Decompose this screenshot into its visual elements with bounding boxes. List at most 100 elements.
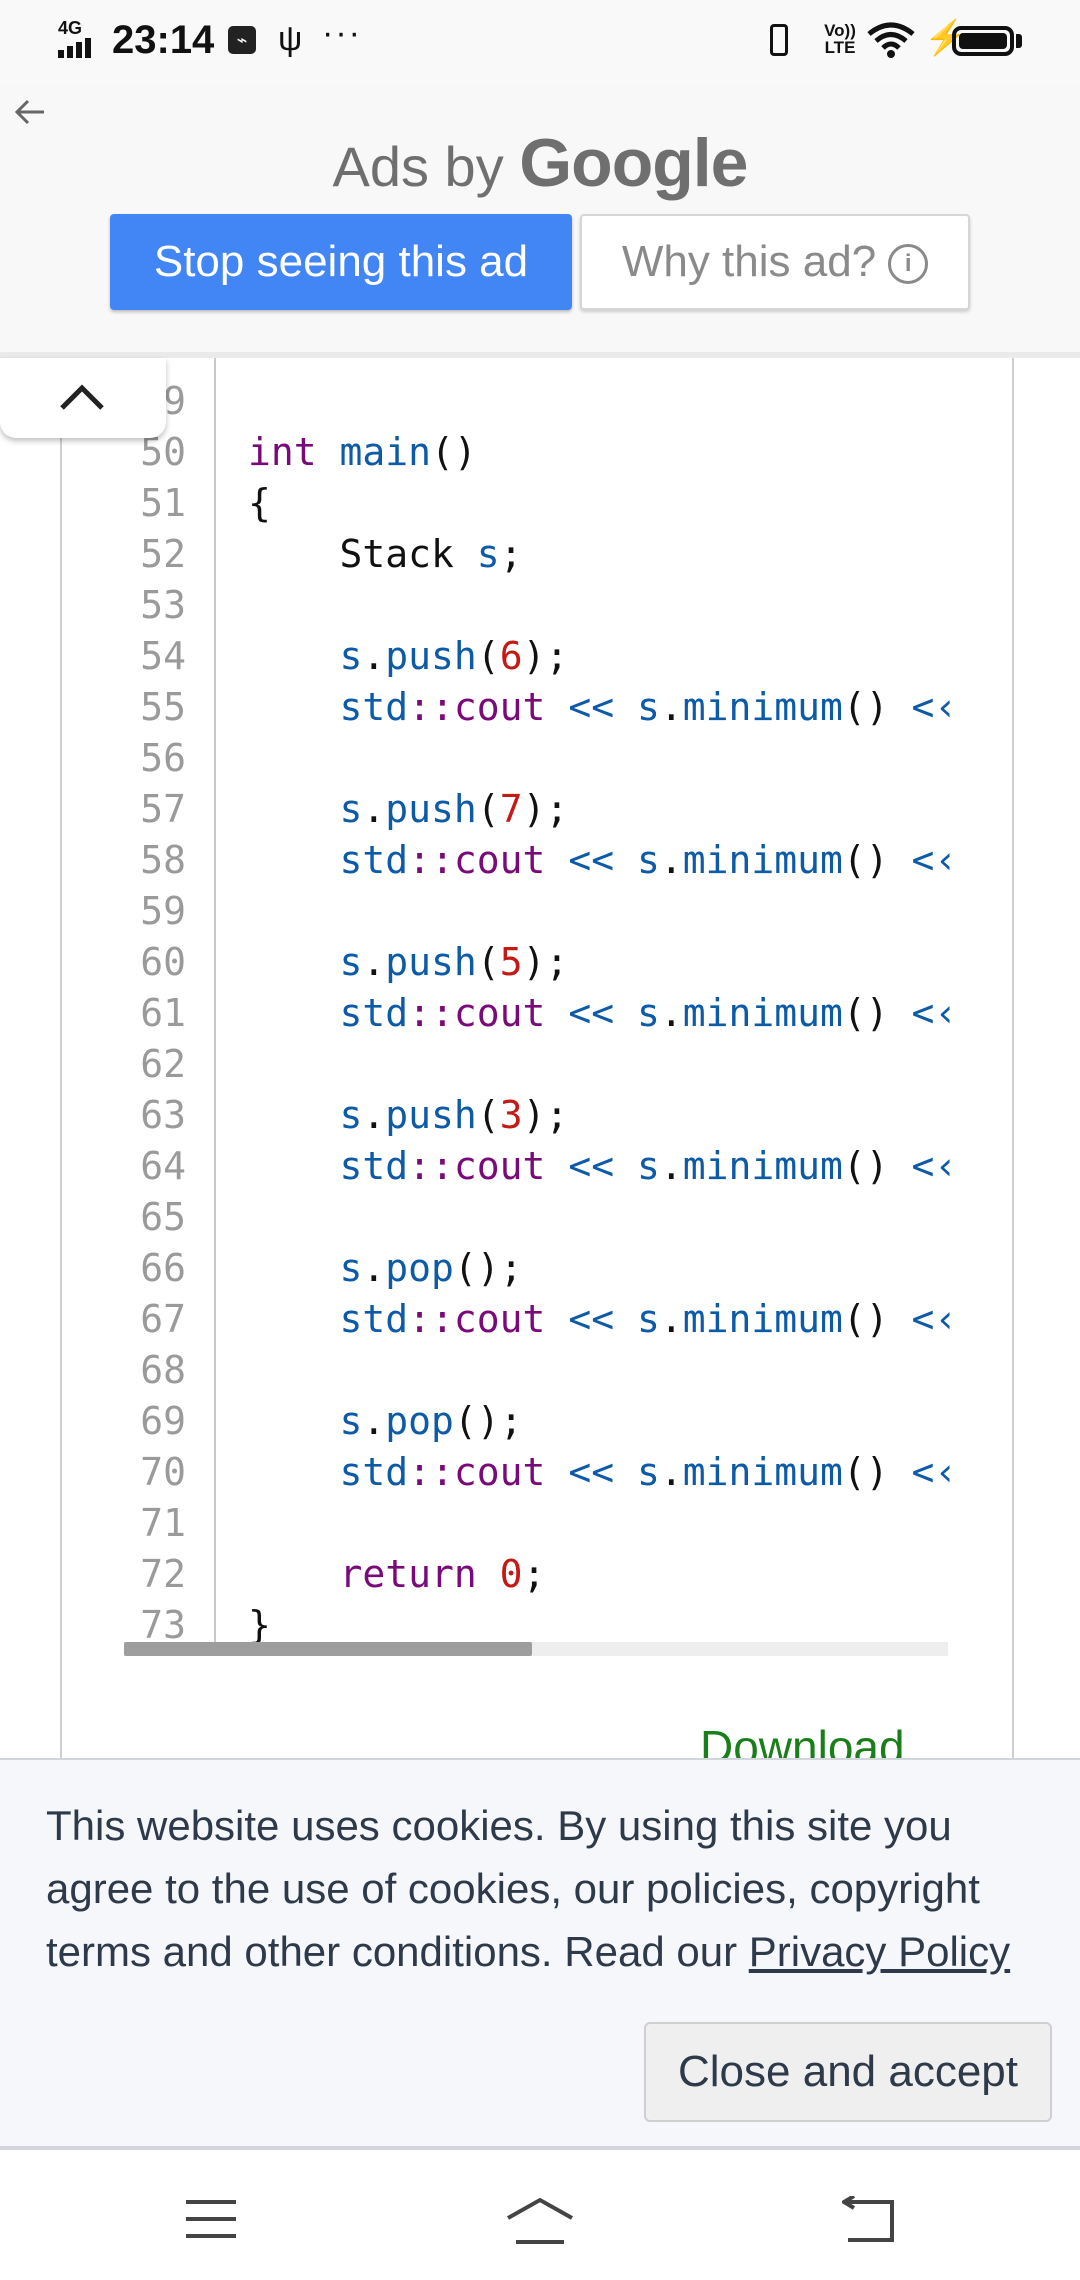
code-token: . (362, 634, 386, 678)
collapse-ad-button[interactable] (0, 358, 166, 438)
code-token: () (842, 1144, 912, 1188)
code-token: . (659, 685, 683, 729)
line-number: 58 (140, 838, 186, 882)
code-token: pop (385, 1246, 454, 1290)
code-token: minimum (682, 838, 843, 882)
code-token: :: (408, 685, 454, 729)
code-token: ( (476, 787, 500, 831)
code-line: 51 { (0, 478, 1080, 529)
code-token: push (385, 940, 477, 984)
line-source: std::cout << s.minimum() <‹ (248, 682, 958, 733)
code-token: ); (522, 1093, 569, 1137)
code-token: . (659, 991, 683, 1035)
code-token: cout (453, 1144, 546, 1188)
cookie-banner: This website uses cookies. By using this… (0, 1758, 1080, 2150)
download-link[interactable]: Download (700, 1720, 905, 1762)
code-token: s (636, 685, 660, 729)
code-token: cout (453, 1450, 546, 1494)
code-token: return (339, 1552, 500, 1596)
code-token: . (362, 1399, 386, 1443)
code-token: ( (476, 634, 500, 678)
code-line: 59 (0, 886, 1080, 937)
line-number: 66 (140, 1246, 186, 1290)
code-token: (); (453, 1399, 523, 1443)
code-line: 61 std::cout << s.minimum() <‹ (0, 988, 1080, 1039)
why-this-ad-button[interactable]: Why this ad? i (580, 214, 970, 310)
line-source: s.push(5); (248, 937, 569, 988)
code-line: 58 std::cout << s.minimum() <‹ (0, 835, 1080, 886)
code-token: { (248, 481, 271, 525)
code-token: std (339, 1297, 409, 1341)
ads-by-text: Ads by (332, 135, 504, 198)
cookie-message: This website uses cookies. By using this… (46, 1794, 1066, 1983)
code-token: (); (453, 1246, 523, 1290)
code-token: :: (408, 1144, 454, 1188)
why-this-ad-label: Why this ad? (621, 237, 877, 286)
close-and-accept-button[interactable]: Close and accept (644, 2022, 1052, 2122)
code-token: s (636, 1144, 660, 1188)
code-token: 3 (499, 1093, 523, 1137)
code-token: s (339, 1246, 363, 1290)
status-time: 23:14 (112, 18, 215, 62)
code-token: << (545, 1450, 637, 1494)
code-token: std (339, 685, 409, 729)
code-token: () (842, 685, 912, 729)
code-token: << (545, 838, 637, 882)
code-token: 6 (499, 634, 523, 678)
code-line: 65 (0, 1192, 1080, 1243)
code-token: push (385, 1093, 477, 1137)
horizontal-scrollbar-thumb[interactable] (124, 1642, 532, 1656)
line-number: 70 (140, 1450, 186, 1494)
line-number: 54 (140, 634, 186, 678)
code-token: () (842, 1297, 912, 1341)
code-token: <‹ (911, 838, 958, 882)
code-token: std (339, 1450, 409, 1494)
code-token: ; (499, 532, 523, 576)
code-token: cout (453, 838, 546, 882)
code-token: <‹ (911, 1144, 958, 1188)
code-line: 64 std::cout << s.minimum() <‹ (0, 1141, 1080, 1192)
stop-seeing-ad-button[interactable]: Stop seeing this ad (110, 214, 572, 310)
menu-icon[interactable] (184, 2196, 238, 2247)
code-line: 57 s.push(7); (0, 784, 1080, 835)
code-line: 72 return 0; (0, 1549, 1080, 1600)
code-token: minimum (682, 1450, 843, 1494)
line-number: 61 (140, 991, 186, 1035)
code-token: << (545, 991, 637, 1035)
code-token: push (385, 634, 477, 678)
back-icon[interactable] (840, 2194, 896, 2251)
line-source: std::cout << s.minimum() <‹ (248, 1141, 958, 1192)
code-token: :: (408, 1297, 454, 1341)
wifi-icon (866, 20, 916, 65)
code-token: :: (408, 991, 454, 1035)
code-token: . (362, 1093, 386, 1137)
home-icon[interactable] (504, 2196, 576, 2251)
code-line: 60 s.push(5); (0, 937, 1080, 988)
code-token: minimum (682, 685, 843, 729)
code-line: 55 std::cout << s.minimum() <‹ (0, 682, 1080, 733)
code-token: s (339, 1399, 363, 1443)
code-token: std (339, 838, 409, 882)
battery-tip (1016, 34, 1022, 48)
usb-debug-icon: ⌁ (228, 26, 256, 54)
code-token: ( (476, 940, 500, 984)
code-token: push (385, 787, 477, 831)
privacy-policy-link[interactable]: Privacy Policy (749, 1928, 1010, 1975)
line-number: 51 (140, 481, 186, 525)
line-number: 64 (140, 1144, 186, 1188)
code-line: 62 (0, 1039, 1080, 1090)
code-line: 66 s.pop(); (0, 1243, 1080, 1294)
code-token: s (636, 1450, 660, 1494)
code-token: () (842, 991, 912, 1035)
code-line: 71 (0, 1498, 1080, 1549)
signal-icon (58, 38, 94, 58)
code-token: s (636, 838, 660, 882)
line-number: 55 (140, 685, 186, 729)
code-token: ); (522, 634, 569, 678)
code-token: ( (476, 1093, 500, 1137)
line-number: 56 (140, 736, 186, 780)
